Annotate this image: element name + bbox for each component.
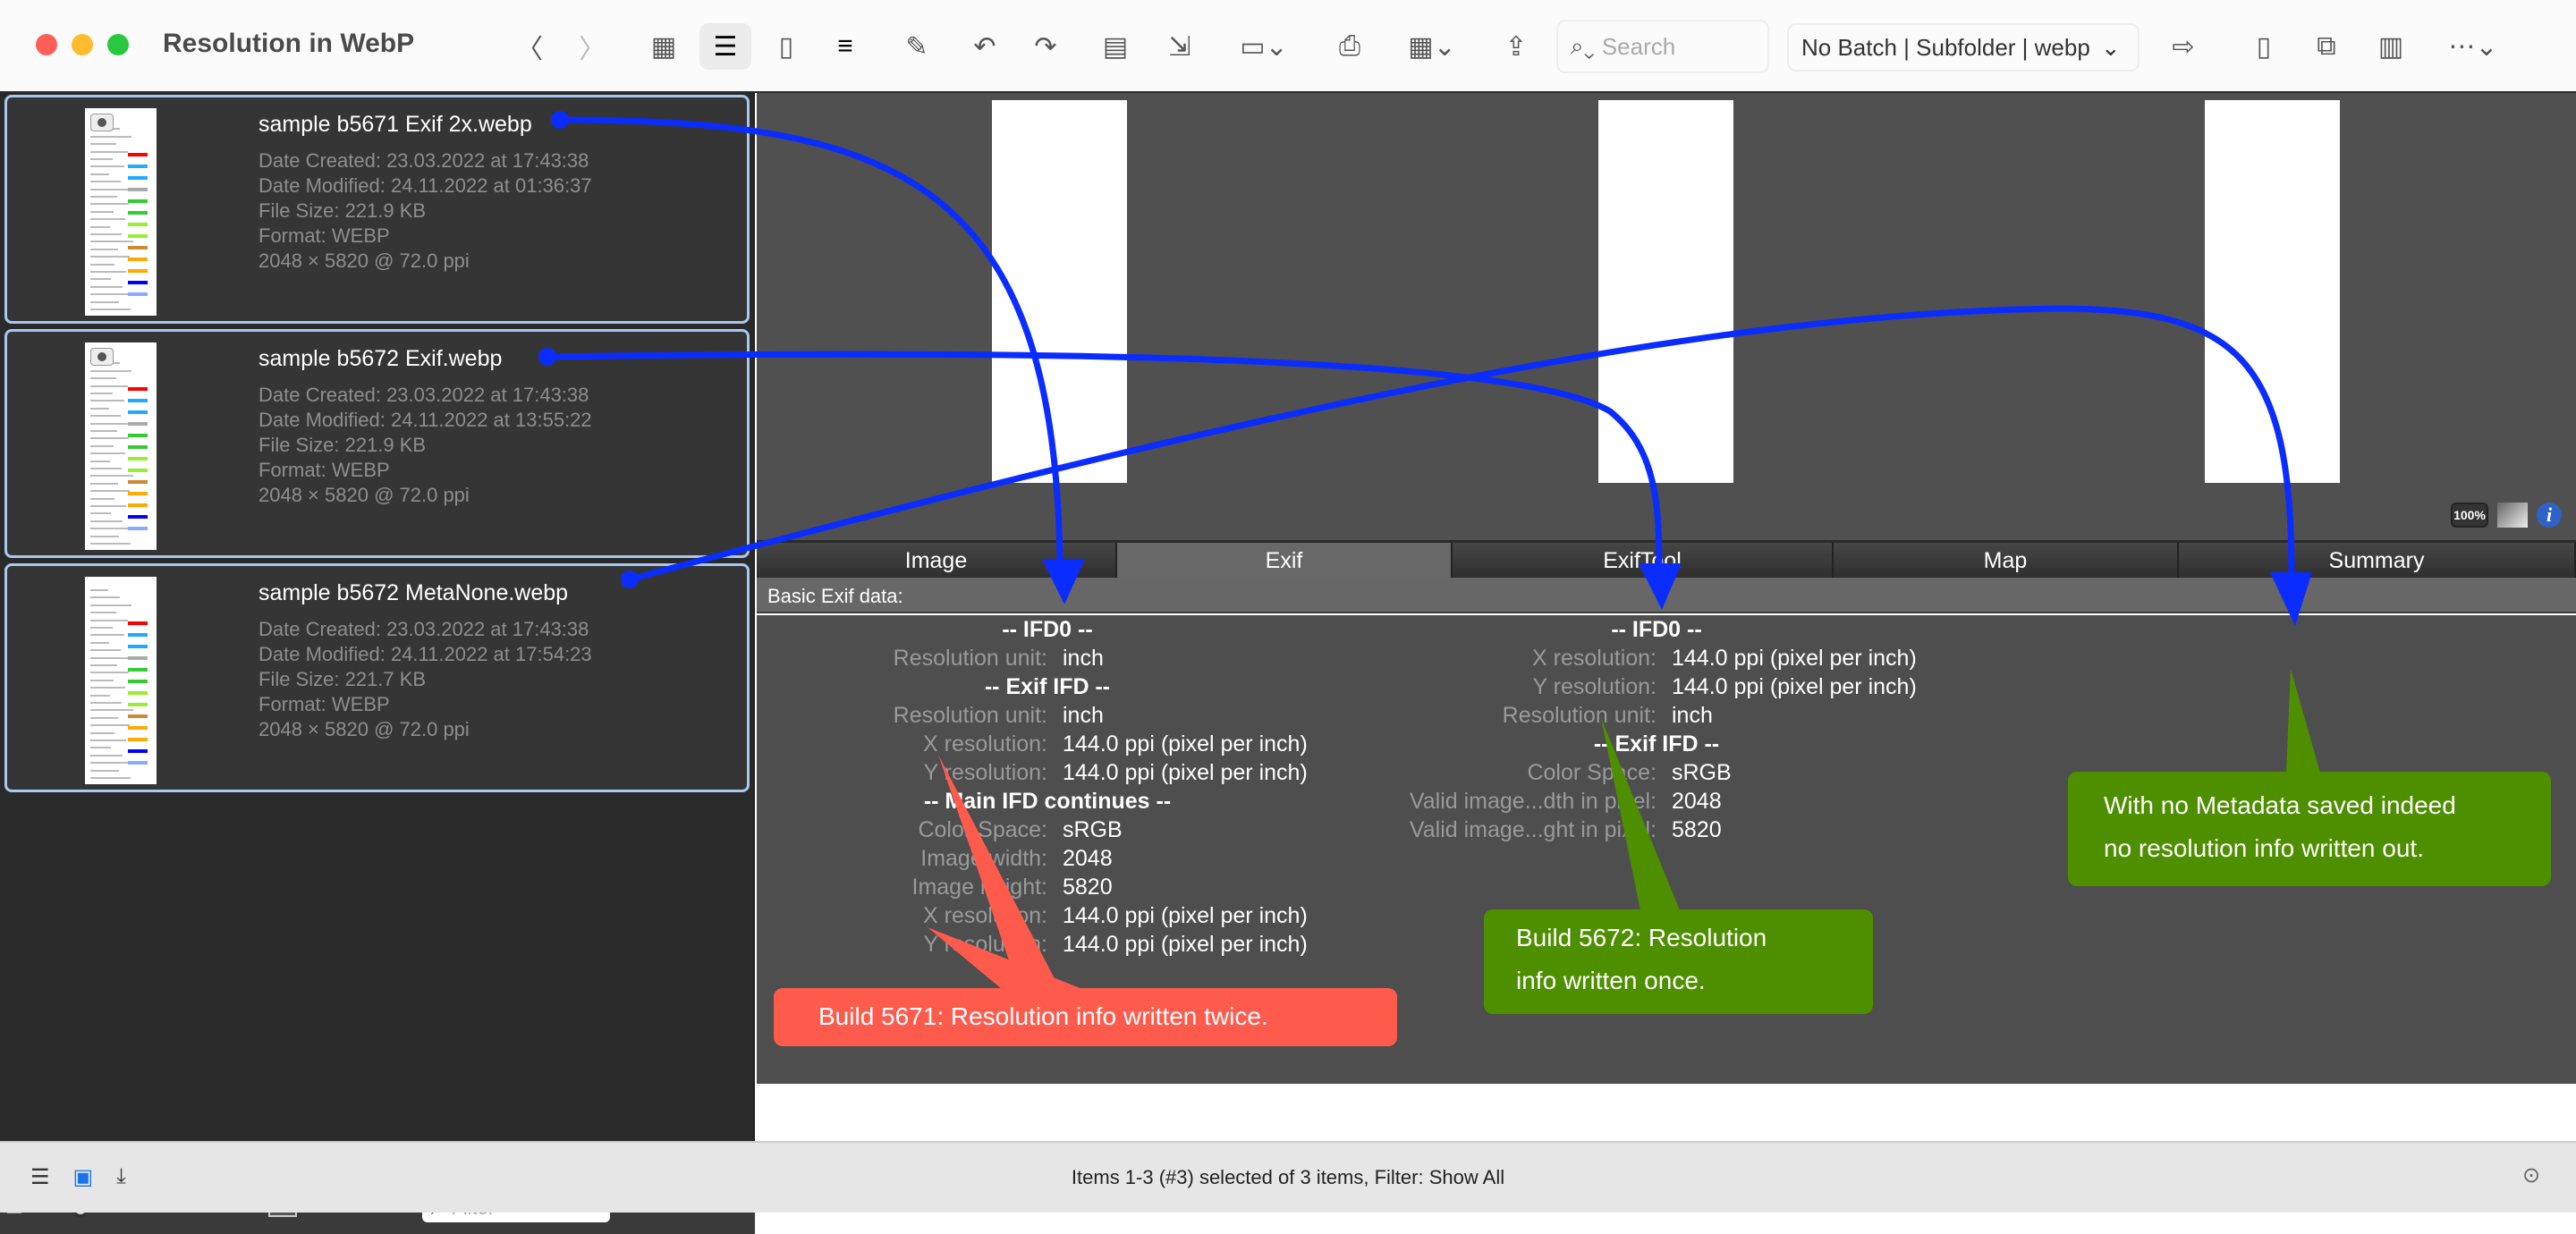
status-more-icon[interactable]: ⊙	[2522, 1162, 2540, 1188]
arrow-start-dot	[538, 348, 556, 366]
arrow-start-dot	[551, 111, 569, 129]
annotation-overlay	[538, 111, 2320, 989]
arrowhead	[2270, 572, 2312, 626]
arrowhead	[1639, 563, 1682, 610]
red-callout-pointer	[938, 755, 1060, 989]
arrow-file1-to-exif	[559, 116, 1063, 564]
status-bar: ☰ ▣ ⤓ Items 1-3 (#3) selected of 3 items…	[0, 1141, 2576, 1213]
green-callout-pointer	[2286, 669, 2320, 773]
green-callout-pointer	[1601, 718, 1680, 910]
arrow-start-dot	[621, 571, 639, 588]
arrowhead	[1042, 559, 1085, 604]
arrow-file2-to-exiftool	[547, 351, 1663, 569]
arrow-file3-to-summary	[629, 305, 2295, 583]
status-text: Items 1-3 (#3) selected of 3 items, Filt…	[1071, 1166, 1505, 1188]
